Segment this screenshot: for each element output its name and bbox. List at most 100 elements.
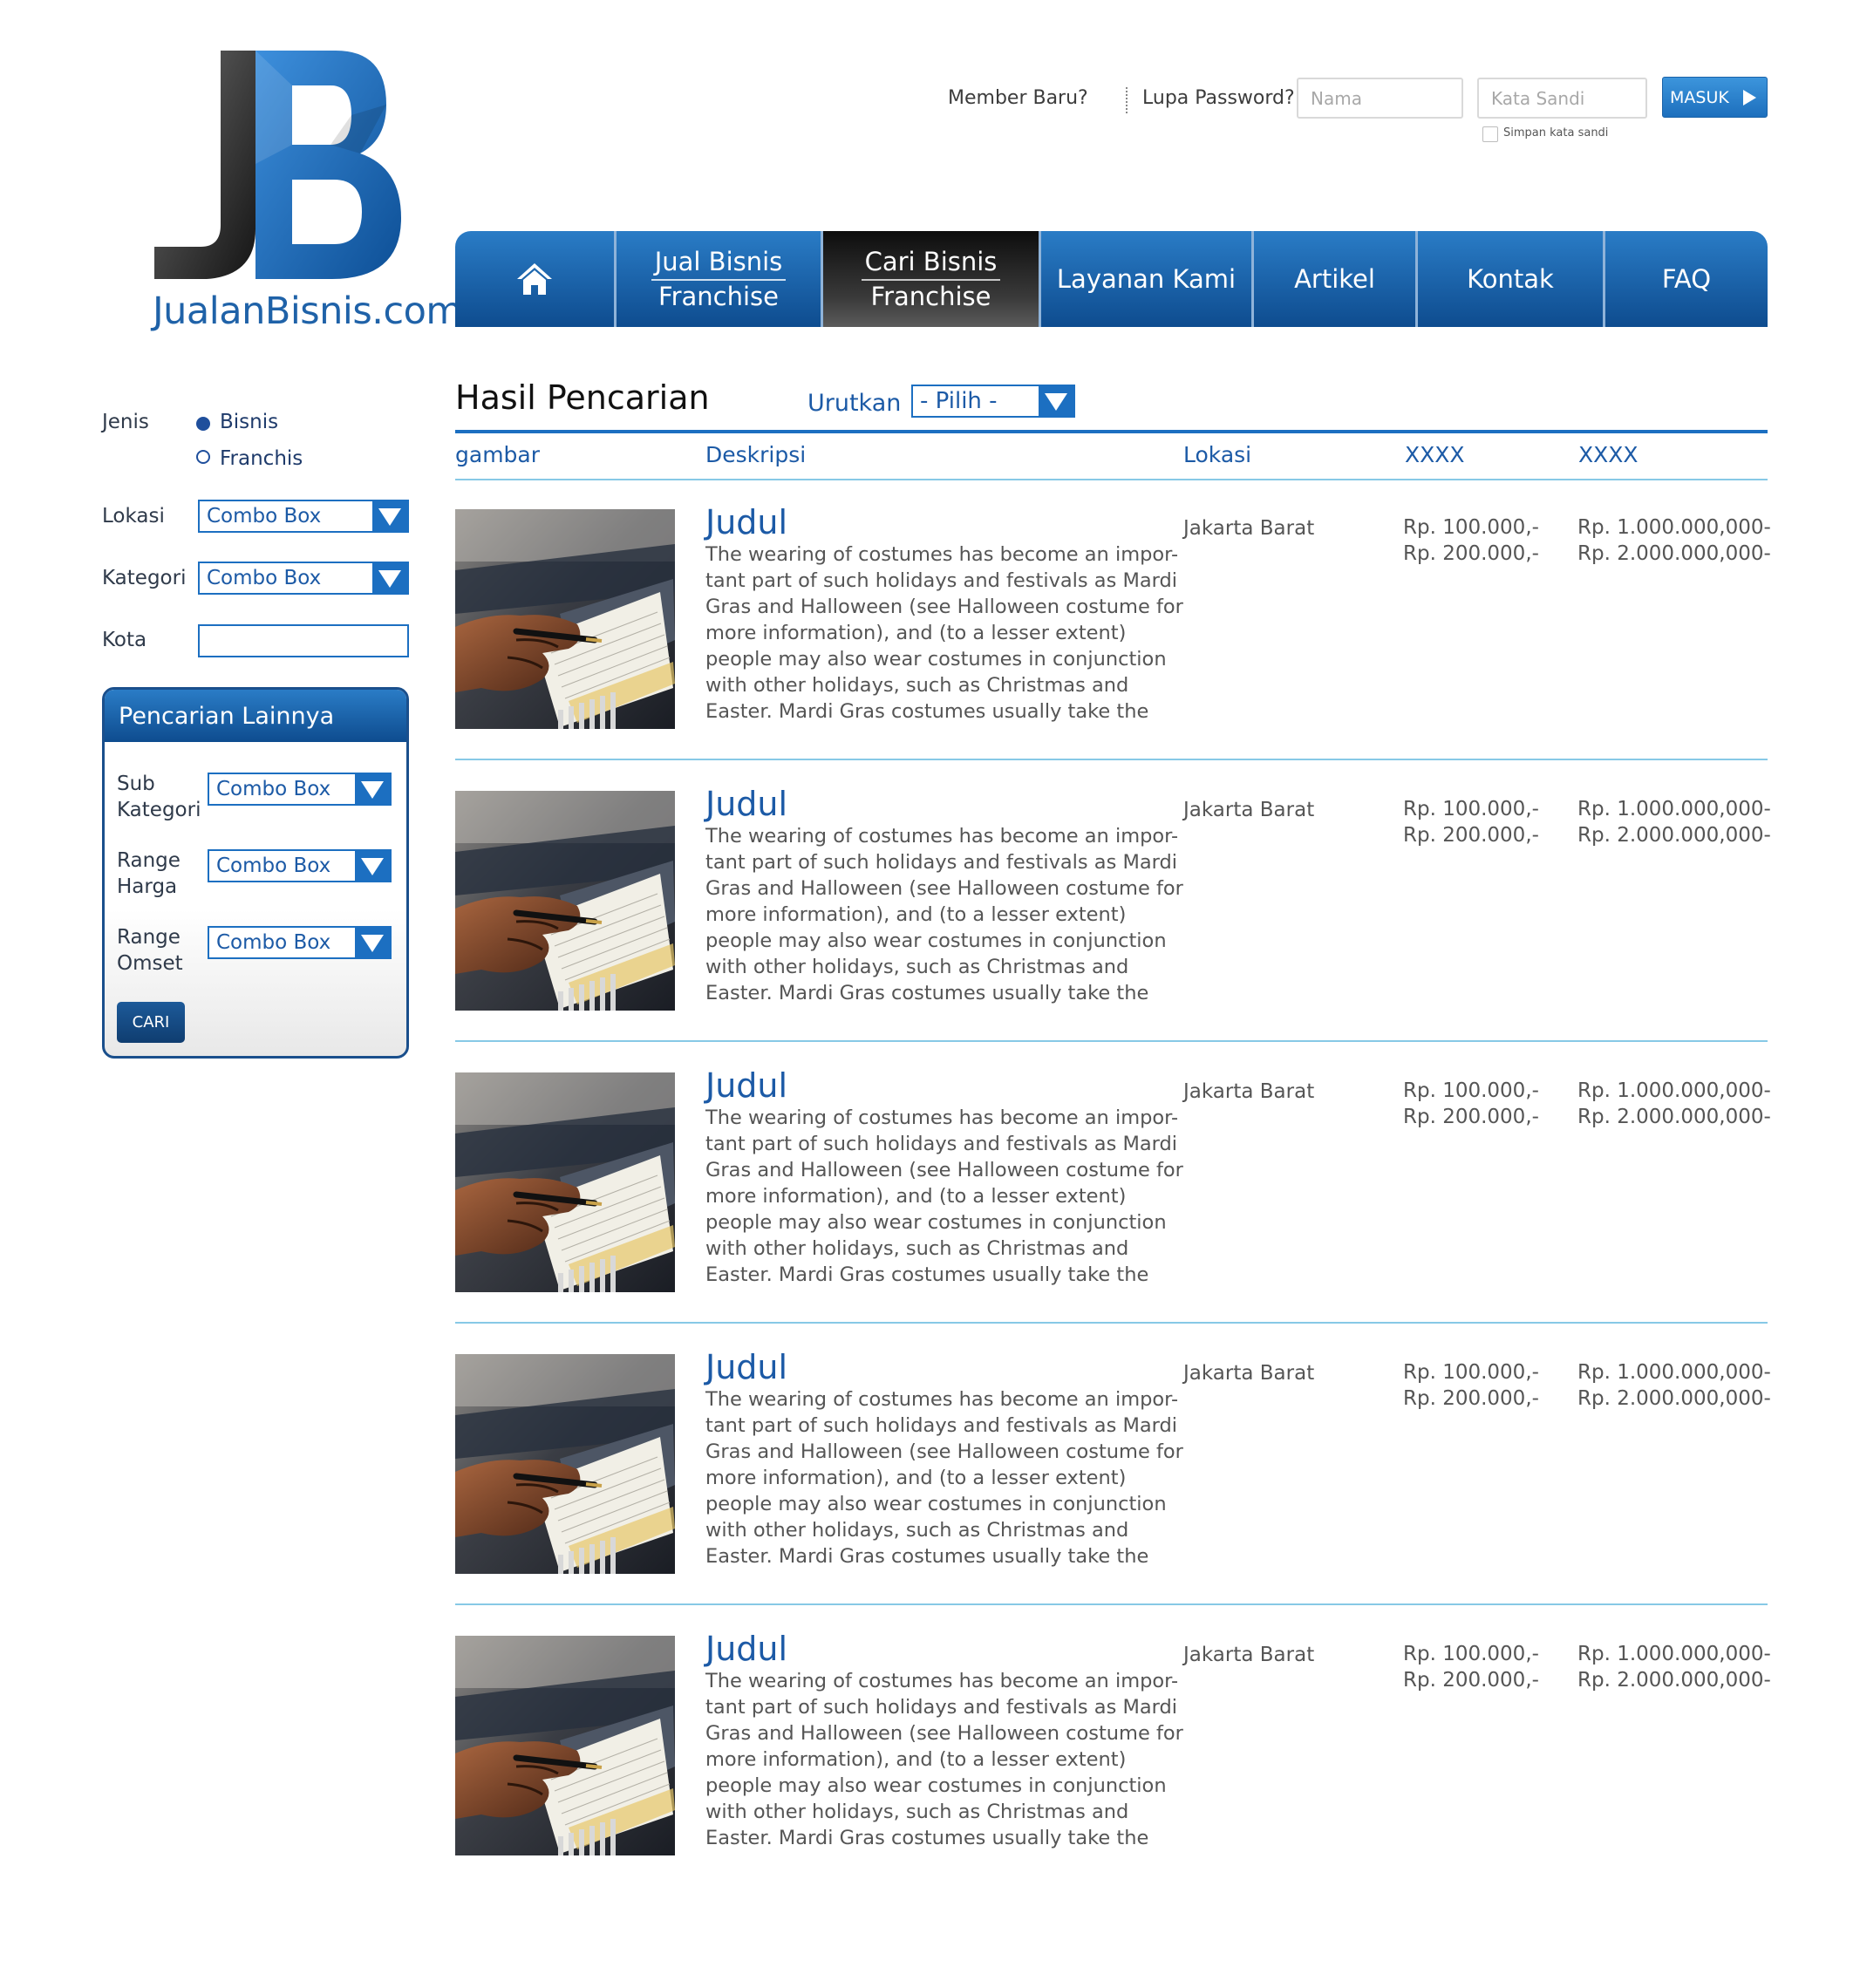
range-omset-label-line2: Omset xyxy=(117,952,183,975)
listing-description: The wearing of costumes has become an im… xyxy=(705,541,1183,725)
chevron-down-icon xyxy=(372,501,407,531)
description-line: tant part of such holidays and festivals… xyxy=(705,1696,1178,1719)
listing-title[interactable]: Judul xyxy=(705,506,787,539)
nav-jual-bisnis-franchise[interactable]: Jual Bisnis Franchise xyxy=(617,231,823,327)
chevron-down-icon xyxy=(355,851,390,881)
photo-image xyxy=(455,1636,675,1855)
jenis-label: Jenis xyxy=(102,411,149,433)
description-line: people may also wear costumes in conjunc… xyxy=(705,648,1167,671)
lokasi-select[interactable]: Combo Box xyxy=(198,500,409,533)
page-title: Hasil Pencarian xyxy=(455,378,710,417)
price-line: Rp. 200.000,- xyxy=(1403,1106,1539,1128)
omset-line: Rp. 2.000.000,000- xyxy=(1577,824,1771,847)
row-divider xyxy=(455,1040,1768,1042)
sort-label: Urutkan xyxy=(807,390,902,417)
row-divider xyxy=(455,759,1768,760)
nav-cari-bisnis-line1: Cari Bisnis xyxy=(861,246,1001,281)
column-header-gambar: gambar xyxy=(455,442,541,467)
radio-bisnis[interactable] xyxy=(196,417,210,431)
column-header-lokasi: Lokasi xyxy=(1183,442,1252,467)
lokasi-label: Lokasi xyxy=(102,505,165,528)
price-line: Rp. 100.000,- xyxy=(1403,516,1539,539)
range-omset-select-value: Combo Box xyxy=(216,931,331,954)
remember-password-label: Simpan kata sandi xyxy=(1503,126,1609,140)
listing-title[interactable]: Judul xyxy=(705,787,787,820)
description-line: The wearing of costumes has become an im… xyxy=(705,825,1179,848)
listing-price: Rp. 100.000,- Rp. 200.000,- xyxy=(1403,1641,1539,1693)
listing-title[interactable]: Judul xyxy=(705,1632,787,1665)
listing-description: The wearing of costumes has become an im… xyxy=(705,1668,1183,1851)
description-line: Gras and Halloween (see Halloween costum… xyxy=(705,877,1183,900)
sort-select[interactable]: - Pilih - xyxy=(911,385,1075,418)
description-line: people may also wear costumes in conjunc… xyxy=(705,929,1167,952)
description-line: The wearing of costumes has become an im… xyxy=(705,1670,1179,1692)
description-line: more information), and (to a lesser exte… xyxy=(705,622,1127,644)
nav-jual-bisnis-line1: Jual Bisnis xyxy=(651,246,787,281)
listing-omset: Rp. 1.000.000,000- Rp. 2.000.000,000- xyxy=(1577,796,1771,848)
description-line: Easter. Mardi Gras costumes usually take… xyxy=(705,1827,1149,1849)
range-harga-select-value: Combo Box xyxy=(216,854,331,877)
description-line: Gras and Halloween (see Halloween costum… xyxy=(705,1722,1183,1745)
price-line: Rp. 100.000,- xyxy=(1403,798,1539,820)
description-line: more information), and (to a lesser exte… xyxy=(705,1467,1127,1489)
description-line: more information), and (to a lesser exte… xyxy=(705,1748,1127,1771)
play-arrow-icon xyxy=(1743,90,1756,106)
description-line: Gras and Halloween (see Halloween costum… xyxy=(705,1440,1183,1463)
range-omset-select[interactable]: Combo Box xyxy=(208,926,392,959)
header-rule xyxy=(455,430,1768,433)
listing-thumbnail[interactable] xyxy=(455,1354,675,1574)
cari-button[interactable]: CARI xyxy=(117,1002,185,1043)
nama-input[interactable] xyxy=(1297,78,1463,119)
masuk-button[interactable]: MASUK xyxy=(1662,77,1768,118)
description-line: The wearing of costumes has become an im… xyxy=(705,1106,1179,1129)
radio-franchis-label[interactable]: Franchis xyxy=(220,447,303,470)
description-line: tant part of such holidays and festivals… xyxy=(705,569,1178,592)
logo-mark xyxy=(154,51,401,279)
nav-faq[interactable]: FAQ xyxy=(1605,231,1768,327)
home-icon xyxy=(517,263,552,295)
nav-home[interactable] xyxy=(455,231,617,327)
member-baru-link[interactable]: Member Baru? xyxy=(948,87,1088,109)
omset-line: Rp. 1.000.000,000- xyxy=(1577,1079,1771,1102)
listing-title[interactable]: Judul xyxy=(705,1351,787,1384)
listing-price: Rp. 100.000,- Rp. 200.000,- xyxy=(1403,514,1539,567)
pencarian-lainnya-panel: Pencarian Lainnya Sub Kategori Combo Box… xyxy=(102,687,409,1059)
listing-price: Rp. 100.000,- Rp. 200.000,- xyxy=(1403,796,1539,848)
radio-bisnis-label[interactable]: Bisnis xyxy=(220,411,278,433)
nav-artikel[interactable]: Artikel xyxy=(1254,231,1418,327)
logo[interactable] xyxy=(153,51,414,330)
kota-input[interactable] xyxy=(198,624,409,657)
listing-thumbnail[interactable] xyxy=(455,1636,675,1855)
nav-artikel-label: Artikel xyxy=(1294,263,1375,294)
listing-thumbnail[interactable] xyxy=(455,1072,675,1292)
sub-kategori-label-line1: Sub xyxy=(117,773,155,795)
range-harga-select[interactable]: Combo Box xyxy=(208,849,392,882)
description-line: more information), and (to a lesser exte… xyxy=(705,1185,1127,1208)
panel-title: Pencarian Lainnya xyxy=(105,690,406,742)
radio-franchis[interactable] xyxy=(196,450,210,464)
login-divider xyxy=(1126,87,1128,113)
sub-kategori-label: Sub Kategori xyxy=(117,771,201,823)
listing-description: The wearing of costumes has become an im… xyxy=(705,823,1183,1006)
nav-cari-bisnis-franchise[interactable]: Cari Bisnis Franchise xyxy=(823,231,1041,327)
kategori-select[interactable]: Combo Box xyxy=(198,562,409,595)
listing-thumbnail[interactable] xyxy=(455,509,675,729)
nav-layanan-kami[interactable]: Layanan Kami xyxy=(1041,231,1254,327)
listing-thumbnail[interactable] xyxy=(455,791,675,1011)
sub-kategori-select-value: Combo Box xyxy=(216,778,331,800)
kategori-label: Kategori xyxy=(102,567,187,589)
remember-password-checkbox[interactable] xyxy=(1482,126,1498,142)
lupa-password-link[interactable]: Lupa Password? xyxy=(1142,87,1295,109)
listing-price: Rp. 100.000,- Rp. 200.000,- xyxy=(1403,1359,1539,1412)
listing-description: The wearing of costumes has become an im… xyxy=(705,1386,1183,1569)
listing-title[interactable]: Judul xyxy=(705,1069,787,1102)
nav-kontak[interactable]: Kontak xyxy=(1418,231,1605,327)
kategori-select-value: Combo Box xyxy=(207,567,322,589)
listing-omset: Rp. 1.000.000,000- Rp. 2.000.000,000- xyxy=(1577,514,1771,567)
row-divider xyxy=(455,1322,1768,1324)
main-nav: Jual Bisnis Franchise Cari Bisnis Franch… xyxy=(455,231,1768,327)
kata-sandi-input[interactable] xyxy=(1477,78,1647,119)
omset-line: Rp. 2.000.000,000- xyxy=(1577,1387,1771,1410)
omset-line: Rp. 1.000.000,000- xyxy=(1577,516,1771,539)
sub-kategori-select[interactable]: Combo Box xyxy=(208,773,392,806)
